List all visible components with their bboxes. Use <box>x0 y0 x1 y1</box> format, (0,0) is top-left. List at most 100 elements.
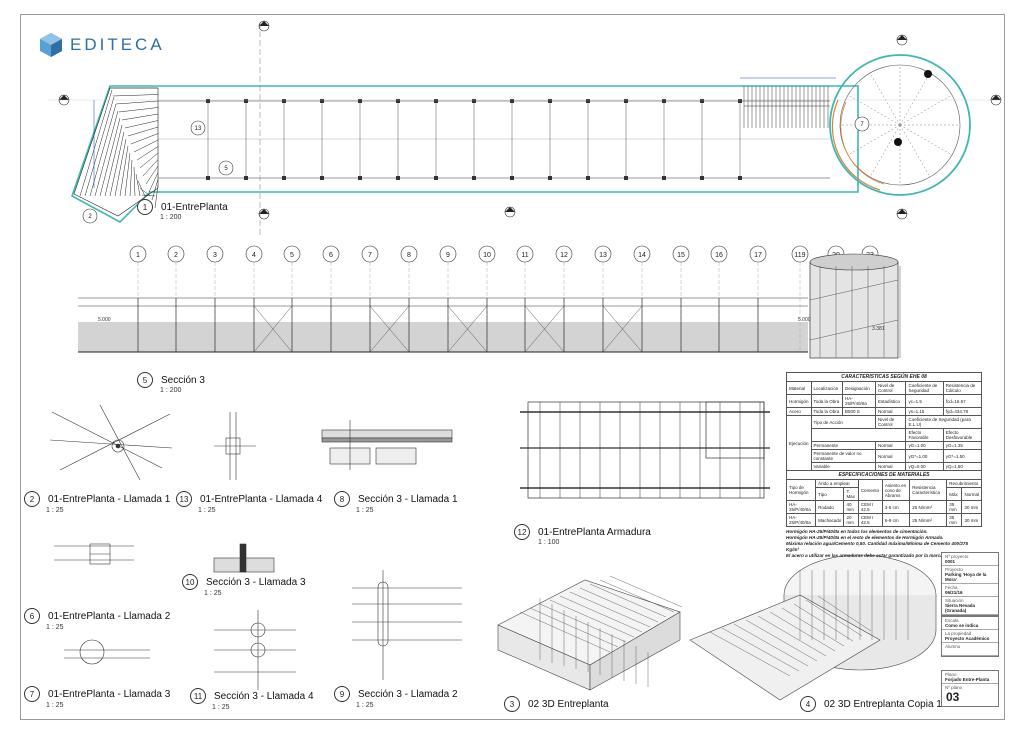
td: Ejecución <box>786 415 812 471</box>
view-scale: 1 : 25 <box>46 702 64 709</box>
th: Cemento <box>857 479 883 501</box>
grid-bubble-label: 1 <box>136 252 140 259</box>
td: fcd=16.67 <box>942 394 983 408</box>
3d-view-entreplanta-copia <box>689 554 937 701</box>
th: Máx <box>946 487 963 501</box>
th: Tipo de Acción <box>810 415 877 429</box>
td: 20 mm <box>843 513 859 527</box>
td: Permanente <box>810 441 877 450</box>
td: Estadístico <box>874 394 907 408</box>
td: 25 N/mm² <box>909 500 948 514</box>
td: CEM I 42.5 <box>857 500 883 514</box>
th: Recubrimiento <box>946 479 982 488</box>
tb-value <box>942 649 998 656</box>
view-title: 4 02 3D Entreplanta Copia 1 <box>800 696 942 712</box>
view-scale: 1 : 200 <box>160 387 182 394</box>
level-label: 3.381 <box>872 326 885 332</box>
callout-label: 13 <box>195 126 202 132</box>
th: Efecto Favorable <box>905 428 944 442</box>
detail-llamada-3 <box>64 639 150 665</box>
td: fyd=434.78 <box>942 407 983 416</box>
title-block-project: Nº proyecto 0001 Proyecto Parking 'Hoya … <box>941 552 999 616</box>
grid-bubble-label: 4 <box>252 252 256 259</box>
view-scale: 1 : 25 <box>46 507 64 514</box>
td: Rodado <box>815 500 845 514</box>
tb-value: Sierra Nevada (Granada) <box>942 603 998 615</box>
td: γG*=1.50 <box>942 449 983 463</box>
view-number: 10 <box>182 574 198 590</box>
view-name: 01-EntrePlanta - Llamada 2 <box>48 610 171 622</box>
view-title: 7 01-EntrePlanta - Llamada 3 <box>24 686 170 702</box>
grid-bubble-label: 3 <box>213 252 217 259</box>
tb-value: Forjado Entre-Planta <box>942 677 998 684</box>
th: T. Max <box>843 487 859 501</box>
view-name: 02 3D Entreplanta <box>528 698 609 710</box>
view-number: 12 <box>514 524 530 540</box>
view-title: 1 01-EntrePlanta <box>137 199 228 215</box>
view-scale: 1 : 25 <box>212 704 230 711</box>
td: HA-25/P/40/IIa <box>842 394 876 408</box>
view-name: 02 3D Entreplanta Copia 1 <box>824 698 942 710</box>
grid-bubble-label: 11 <box>521 252 528 259</box>
tb-value: Como se indica <box>942 623 998 630</box>
grid-bubble-label: 10 <box>483 252 491 259</box>
td: Machacado <box>815 513 845 527</box>
view-title: 11 Sección 3 - Llamada 4 <box>190 688 314 704</box>
view-scale: 1 : 25 <box>356 507 374 514</box>
section-view: 12345678910111213141516171192023 5.000 5… <box>78 245 901 359</box>
th: Coeficiente de Seguridad (para E.L.U) <box>905 415 982 429</box>
level-label: 5.000 <box>798 317 811 323</box>
th: Árido a emplear <box>815 479 859 488</box>
th: Tipo <box>815 487 845 501</box>
tb-value: Proyecto Académico <box>942 636 998 643</box>
view-number: 9 <box>334 686 350 702</box>
td: Normal <box>874 441 907 450</box>
detail-seccion-llamada-1 <box>321 420 453 470</box>
level-label: 5.000 <box>98 317 111 323</box>
view-name: 01-EntrePlanta - Llamada 1 <box>48 493 171 505</box>
td: 35 mm <box>946 513 963 527</box>
view-scale: 1 : 25 <box>198 507 216 514</box>
grid-bubble-label: 15 <box>677 252 685 259</box>
view-number: 6 <box>24 608 40 624</box>
view-name: Sección 3 - Llamada 3 <box>206 576 306 588</box>
detail-seccion-llamada-2 <box>352 570 462 680</box>
td: Acero <box>786 407 812 416</box>
td: γG*=1.00 <box>905 449 944 463</box>
td: B500 S <box>842 407 876 416</box>
detail-llamada-4 <box>214 412 256 480</box>
spec-table-title: ESPECIFICACIONES DE MATERIALES <box>786 470 982 480</box>
th: Nivel de Control <box>874 381 907 395</box>
view-number: 8 <box>334 491 350 507</box>
th: Asiento en cono de Abrams <box>881 479 911 501</box>
view-number: 5 <box>137 372 153 388</box>
grid-bubble-label: 7 <box>368 252 372 259</box>
td: 35 mm <box>946 500 963 514</box>
detail-seccion-llamada-3 <box>213 543 275 573</box>
grid-bubble-label: 14 <box>638 252 646 259</box>
td: CEM I 42.5 <box>857 513 883 527</box>
view-name: Sección 3 - Llamada 4 <box>214 690 314 702</box>
td: 6-9 cm <box>881 513 911 527</box>
view-scale: 1 : 200 <box>160 214 182 221</box>
tb-value: 06/21/16 <box>942 590 998 597</box>
view-scale: 1 : 100 <box>538 539 560 546</box>
grid-bubble-label: 16 <box>715 252 723 259</box>
view-number: 7 <box>24 686 40 702</box>
grid-bubble-label: 12 <box>560 252 568 259</box>
view-scale: 1 : 25 <box>46 624 64 631</box>
grid-bubble-label: 2 <box>174 252 178 259</box>
th: Designación <box>842 381 876 395</box>
th: Resistencia Característica <box>909 479 948 501</box>
td: 30 mm <box>961 513 982 527</box>
view-name: 01-EntrePlanta Armadura <box>538 526 651 538</box>
view-name: Sección 3 - Llamada 2 <box>358 688 458 700</box>
view-name: 01-EntrePlanta <box>161 201 228 213</box>
view-name: 01-EntrePlanta - Llamada 4 <box>200 493 323 505</box>
view-title: 3 02 3D Entreplanta <box>504 696 609 712</box>
grid-bubble-label: 17 <box>754 252 762 259</box>
view-number: 1 <box>137 199 153 215</box>
armadura-view <box>520 401 770 499</box>
grid-bubble-label: 8 <box>407 252 411 259</box>
3d-view-entreplanta <box>497 575 683 691</box>
